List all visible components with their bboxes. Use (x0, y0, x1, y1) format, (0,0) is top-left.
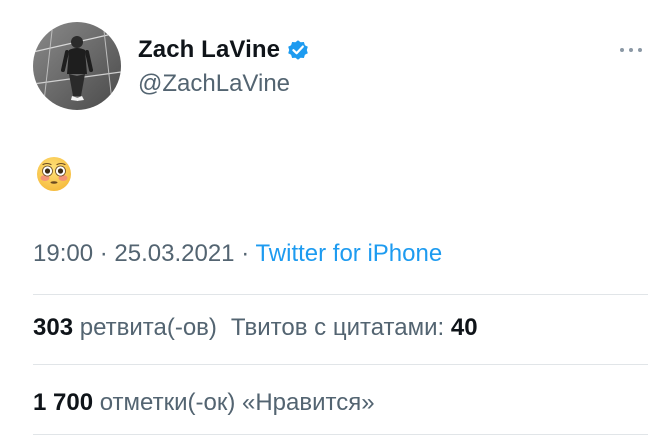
more-options-icon[interactable] (617, 40, 645, 60)
tweet-source-link[interactable]: Twitter for iPhone (255, 240, 442, 267)
tweet-detail: Zach LaVine @ZachLaVine 19:00 · 25.03.20… (0, 0, 660, 436)
likes-count: 1 700 (33, 389, 94, 416)
divider (33, 364, 648, 365)
display-name: Zach LaVine (138, 36, 281, 63)
tweet-time[interactable]: 19:00 (33, 240, 93, 267)
verified-badge-icon (286, 38, 310, 62)
divider (33, 434, 648, 435)
display-name-link[interactable]: Zach LaVine (138, 34, 310, 66)
meta-separator: · (241, 240, 250, 267)
quote-tweets-stat[interactable]: Твитов с цитатами: 40 (231, 314, 478, 341)
tweet-date[interactable]: 25.03.2021 (114, 240, 234, 267)
divider (33, 294, 648, 295)
flushed-face-emoji-icon (34, 154, 74, 194)
retweets-label: ретвита(-ов) (79, 314, 217, 341)
user-handle[interactable]: @ZachLaVine (138, 70, 290, 98)
retweets-stat[interactable]: 303 ретвита(-ов) (33, 314, 217, 341)
retweets-count: 303 (33, 314, 74, 341)
likes-stat[interactable]: 1 700 отметки(-ок) «Нравится» (33, 389, 375, 416)
likes-stats: 1 700 отметки(-ок) «Нравится» (33, 389, 375, 417)
quotes-count: 40 (450, 314, 478, 341)
meta-separator: · (99, 240, 108, 267)
avatar[interactable] (33, 22, 121, 110)
quotes-label: Твитов с цитатами: (230, 314, 445, 341)
tweet-meta: 19:00 · 25.03.2021 · Twitter for iPhone (33, 240, 442, 268)
retweet-quote-stats: 303 ретвита(-ов) Твитов с цитатами: 40 (33, 314, 478, 342)
likes-label: отметки(-ок) «Нравится» (99, 389, 375, 416)
